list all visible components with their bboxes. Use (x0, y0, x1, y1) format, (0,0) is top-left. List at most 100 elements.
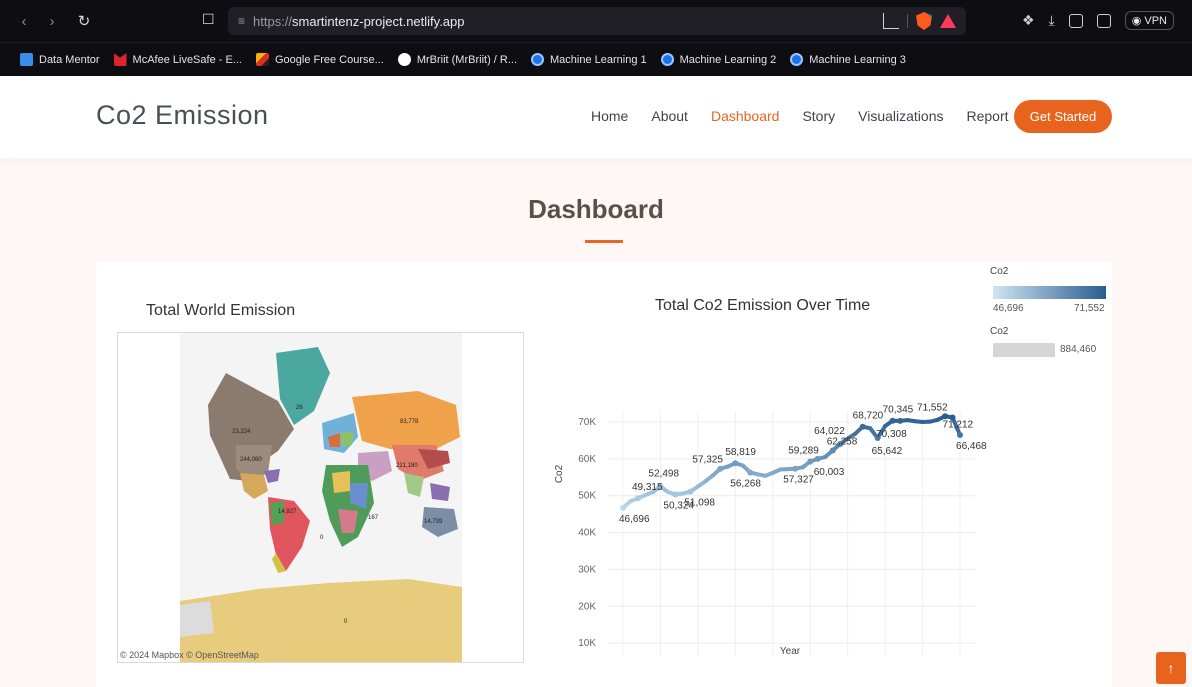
legend-title-size: Co2 (990, 326, 1009, 337)
bookmark-google-course[interactable]: Google Free Course... (255, 53, 384, 66)
extensions-icon[interactable]: ❖ (1022, 12, 1035, 29)
address-bar[interactable]: ≡ https:// smartintenz-project.netlify.a… (228, 7, 966, 35)
x-axis-label: Year (780, 646, 801, 656)
map-label: 244,060 (240, 457, 262, 463)
nav-about[interactable]: About (651, 108, 688, 124)
scroll-to-top-button[interactable]: ↑ (1156, 652, 1186, 684)
page-content: Co2 Emission Home About Dashboard Story … (0, 76, 1192, 687)
map-label: 221,180 (396, 463, 418, 469)
world-map-svg: 26 23,224 83,778 244,060 221,180 14,739 … (180, 333, 462, 662)
site-header: Co2 Emission Home About Dashboard Story … (0, 76, 1192, 158)
y-tick-label: 30K (578, 564, 596, 575)
title-underline (585, 240, 623, 243)
mcafee-icon (113, 53, 127, 66)
bookmark-ml-3[interactable]: Machine Learning 3 (790, 53, 906, 66)
chart-series (619, 413, 964, 511)
forward-icon[interactable]: › (42, 11, 62, 31)
map-label: 23,224 (232, 429, 251, 435)
nav-dashboard[interactable]: Dashboard (711, 108, 780, 124)
map-label: 26 (296, 405, 303, 411)
data-label: 51,098 (684, 498, 715, 509)
data-point (792, 465, 799, 472)
github-icon (397, 53, 411, 66)
nav-home[interactable]: Home (591, 108, 628, 124)
legend-max: 71,552 (1074, 303, 1105, 314)
data-label: 49,315 (632, 482, 663, 493)
bookmark-ml-2[interactable]: Machine Learning 2 (660, 53, 777, 66)
map-label: 14,739 (424, 519, 443, 525)
data-point (889, 417, 896, 424)
data-label: 52,498 (648, 469, 679, 480)
bookmark-data-mentor[interactable]: Data Mentor (20, 53, 100, 66)
data-label: 68,720 (853, 411, 884, 422)
map-title: Total World Emission (146, 302, 296, 319)
site-info-icon[interactable]: ≡ (238, 14, 245, 28)
get-started-button[interactable]: Get Started (1014, 100, 1112, 133)
data-point (859, 423, 866, 430)
y-tick-label: 60K (578, 454, 596, 465)
data-label: 70,308 (876, 429, 907, 440)
y-tick-label: 70K (578, 417, 596, 428)
ml-icon (790, 53, 804, 66)
bookmark-ml-1[interactable]: Machine Learning 1 (531, 53, 647, 66)
divider (907, 14, 908, 28)
data-point (942, 413, 949, 420)
data-label: 71,212 (943, 420, 974, 431)
data-point (814, 455, 821, 462)
y-tick-label: 10K (578, 638, 596, 649)
data-label: 57,327 (783, 475, 814, 486)
url-host: smartintenz-project.netlify.app (292, 13, 465, 29)
map-label: 83,778 (400, 419, 419, 425)
bookmark-page-icon[interactable]: ☐ (202, 11, 218, 31)
site-logo[interactable]: Co2 Emission (96, 100, 269, 131)
co2-line-chart[interactable]: 0K10K20K30K40K50K60K70K 1975198019851990… (550, 316, 990, 656)
url-protocol: https:// (253, 13, 293, 29)
wallet-icon[interactable] (1096, 13, 1111, 28)
data-point (619, 504, 626, 511)
data-point (732, 460, 739, 467)
y-tick-label: 40K (578, 528, 596, 539)
nav-story[interactable]: Story (802, 108, 835, 124)
sidebar-icon[interactable] (1068, 13, 1083, 28)
arrow-up-icon: ↑ (1167, 660, 1175, 676)
legend-size-max: 884,460 (1060, 344, 1097, 355)
bookmark-mcafee[interactable]: McAfee LiveSafe - E... (113, 53, 242, 66)
y-tick-label: 50K (578, 491, 596, 502)
bookmarks-bar: Data Mentor McAfee LiveSafe - E... Googl… (0, 42, 1192, 76)
world-map[interactable]: 26 23,224 83,778 244,060 221,180 14,739 … (117, 332, 524, 663)
chart-title: Total Co2 Emission Over Time (655, 297, 871, 314)
data-label: 66,468 (956, 441, 987, 452)
back-icon[interactable]: ‹ (14, 11, 34, 31)
legend-color-scale (993, 286, 1106, 299)
data-point (829, 447, 836, 454)
data-point (957, 432, 964, 439)
data-label: 58,819 (725, 447, 756, 458)
data-label: 60,003 (814, 467, 845, 478)
bookmark-label: Machine Learning 1 (550, 53, 647, 66)
reload-icon[interactable]: ↻ (74, 11, 94, 31)
nav-report[interactable]: Report (967, 108, 1009, 124)
brave-rewards-icon[interactable] (940, 14, 956, 28)
ml-icon (531, 53, 545, 66)
legend-title-gradient: Co2 (990, 266, 1009, 277)
browser-toolbar: ‹ › ↻ ☐ ≡ https:// smartintenz-project.n… (0, 0, 1192, 42)
share-icon[interactable] (883, 13, 899, 29)
main-nav: Home About Dashboard Story Visualization… (591, 108, 1009, 124)
download-icon[interactable]: ⤓ (1049, 12, 1055, 29)
data-label: 64,022 (814, 426, 845, 437)
bookmark-label: Machine Learning 2 (679, 53, 777, 66)
vpn-button[interactable]: ◉ VPN (1124, 11, 1174, 30)
page-title: Dashboard (528, 194, 664, 224)
bookmark-label: McAfee LiveSafe - E... (132, 53, 242, 66)
data-point (747, 469, 754, 476)
legend-min: 46,696 (993, 303, 1024, 314)
data-label: 57,325 (692, 455, 723, 466)
map-credit: © 2024 Mapbox © OpenStreetMap (120, 650, 259, 660)
data-mentor-icon (20, 53, 33, 66)
ml-icon (660, 53, 674, 66)
data-label: 46,696 (619, 514, 650, 525)
brave-shield-icon[interactable]: 1 (916, 12, 932, 30)
nav-visualizations[interactable]: Visualizations (858, 108, 943, 124)
bookmark-github[interactable]: MrBriit (MrBriit) / R... (397, 53, 517, 66)
data-label: 65,642 (872, 446, 903, 457)
